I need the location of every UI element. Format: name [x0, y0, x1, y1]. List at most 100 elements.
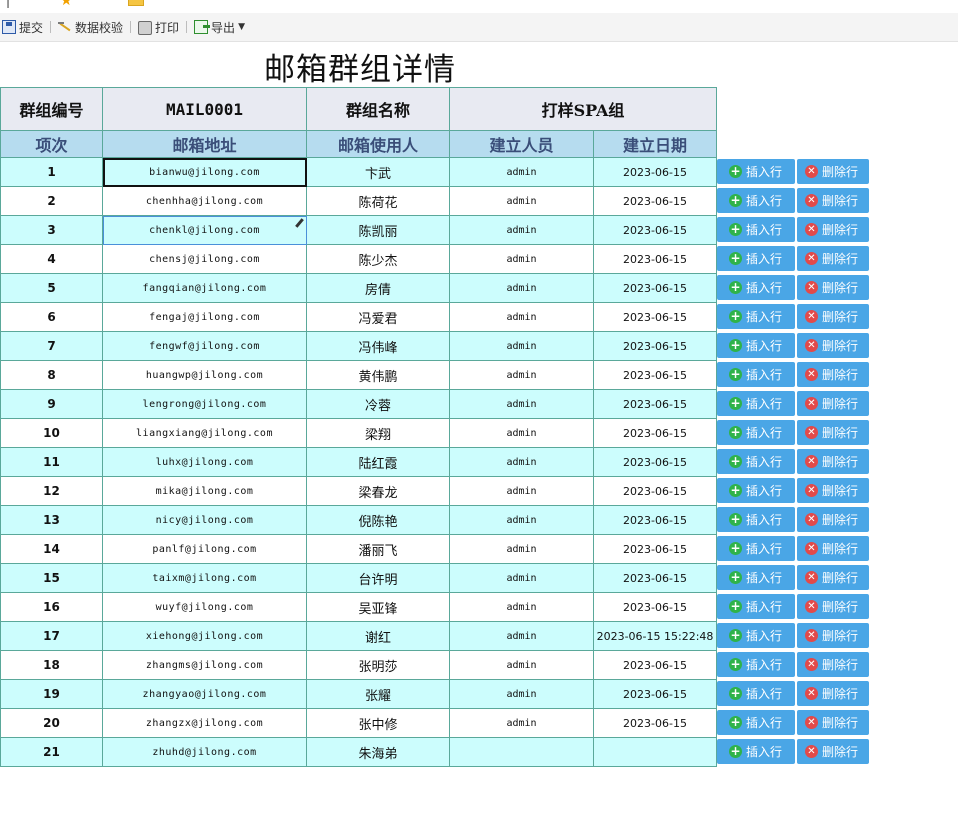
table-row[interactable]: 3 chenkl@jilong.com 陈凯丽 admin 2023-06-15 — [0, 215, 717, 245]
email-cell[interactable]: zhangzx@jilong.com — [102, 708, 307, 738]
insert-row-button[interactable]: + 插入行 — [717, 304, 795, 329]
delete-row-button[interactable]: ✕ 删除行 — [797, 275, 869, 300]
insert-row-button[interactable]: + 插入行 — [717, 652, 795, 677]
mailbox-user-cell[interactable]: 冯爱君 — [306, 302, 450, 332]
mailbox-user-cell[interactable]: 房倩 — [306, 273, 450, 303]
mailbox-user-cell[interactable]: 冯伟峰 — [306, 331, 450, 361]
export-button[interactable]: 导出 ▼ — [192, 17, 247, 37]
mailbox-user-cell[interactable]: 黄伟鹏 — [306, 360, 450, 390]
delete-row-button[interactable]: ✕ 删除行 — [797, 623, 869, 648]
insert-row-button[interactable]: + 插入行 — [717, 478, 795, 503]
created-date-cell[interactable]: 2023-06-15 — [593, 447, 717, 477]
delete-row-button[interactable]: ✕ 删除行 — [797, 333, 869, 358]
email-cell[interactable]: xiehong@jilong.com — [102, 621, 307, 651]
mailbox-user-cell[interactable]: 梁翔 — [306, 418, 450, 448]
creator-cell[interactable]: admin — [449, 447, 594, 477]
table-row[interactable]: 14 panlf@jilong.com 潘丽飞 admin 2023-06-15 — [0, 534, 717, 564]
created-date-cell[interactable]: 2023-06-15 — [593, 650, 717, 680]
delete-row-button[interactable]: ✕ 删除行 — [797, 362, 869, 387]
email-cell[interactable]: wuyf@jilong.com — [102, 592, 307, 622]
created-date-cell[interactable]: 2023-06-15 — [593, 215, 717, 245]
created-date-cell[interactable]: 2023-06-15 — [593, 534, 717, 564]
table-row[interactable]: 18 zhangms@jilong.com 张明莎 admin 2023-06-15 — [0, 650, 717, 680]
mailbox-user-cell[interactable]: 陆红霞 — [306, 447, 450, 477]
creator-cell[interactable]: admin — [449, 563, 594, 593]
delete-row-button[interactable]: ✕ 删除行 — [797, 449, 869, 474]
created-date-cell[interactable]: 2023-06-15 — [593, 418, 717, 448]
table-row[interactable]: 6 fengaj@jilong.com 冯爱君 admin 2023-06-15 — [0, 302, 717, 332]
delete-row-button[interactable]: ✕ 删除行 — [797, 159, 869, 184]
created-date-cell[interactable]: 2023-06-15 — [593, 389, 717, 419]
creator-cell[interactable]: admin — [449, 302, 594, 332]
insert-row-button[interactable]: + 插入行 — [717, 594, 795, 619]
mailbox-user-cell[interactable]: 陈荷花 — [306, 186, 450, 216]
table-row[interactable]: 16 wuyf@jilong.com 吴亚锋 admin 2023-06-15 — [0, 592, 717, 622]
insert-row-button[interactable]: + 插入行 — [717, 536, 795, 561]
delete-row-button[interactable]: ✕ 删除行 — [797, 565, 869, 590]
table-row[interactable]: 7 fengwf@jilong.com 冯伟峰 admin 2023-06-15 — [0, 331, 717, 361]
delete-row-button[interactable]: ✕ 删除行 — [797, 739, 869, 764]
email-cell[interactable]: nicy@jilong.com — [102, 505, 307, 535]
group-name-value[interactable]: 打样SPA组 — [449, 87, 717, 131]
email-cell[interactable]: liangxiang@jilong.com — [102, 418, 307, 448]
email-cell[interactable]: fangqian@jilong.com — [102, 273, 307, 303]
insert-row-button[interactable]: + 插入行 — [717, 217, 795, 242]
delete-row-button[interactable]: ✕ 删除行 — [797, 304, 869, 329]
email-cell[interactable]: chenhha@jilong.com — [102, 186, 307, 216]
delete-row-button[interactable]: ✕ 删除行 — [797, 391, 869, 416]
delete-row-button[interactable]: ✕ 删除行 — [797, 507, 869, 532]
chevron-down-icon[interactable]: ▼ — [238, 22, 245, 32]
validate-button[interactable]: 数据校验 — [56, 17, 125, 37]
creator-cell[interactable]: admin — [449, 389, 594, 419]
mailbox-user-cell[interactable]: 卞武 — [306, 157, 450, 187]
created-date-cell[interactable]: 2023-06-15 15:22:48 — [593, 621, 717, 651]
print-button[interactable]: 打印 — [136, 17, 181, 37]
creator-cell[interactable]: admin — [449, 331, 594, 361]
email-cell[interactable]: luhx@jilong.com — [102, 447, 307, 477]
creator-cell[interactable] — [449, 737, 594, 767]
table-row[interactable]: 21 zhuhd@jilong.com 朱海弟 — [0, 737, 717, 767]
email-cell[interactable]: chensj@jilong.com — [102, 244, 307, 274]
table-row[interactable]: 4 chensj@jilong.com 陈少杰 admin 2023-06-15 — [0, 244, 717, 274]
creator-cell[interactable]: admin — [449, 592, 594, 622]
delete-row-button[interactable]: ✕ 删除行 — [797, 594, 869, 619]
group-id-value[interactable]: MAIL0001 — [102, 87, 307, 131]
created-date-cell[interactable]: 2023-06-15 — [593, 331, 717, 361]
mailbox-user-cell[interactable]: 谢红 — [306, 621, 450, 651]
creator-cell[interactable]: admin — [449, 621, 594, 651]
mailbox-user-cell[interactable]: 陈少杰 — [306, 244, 450, 274]
delete-row-button[interactable]: ✕ 删除行 — [797, 710, 869, 735]
created-date-cell[interactable]: 2023-06-15 — [593, 360, 717, 390]
table-row[interactable]: 2 chenhha@jilong.com 陈荷花 admin 2023-06-15 — [0, 186, 717, 216]
table-row[interactable]: 12 mika@jilong.com 梁春龙 admin 2023-06-15 — [0, 476, 717, 506]
email-cell[interactable]: mika@jilong.com — [102, 476, 307, 506]
mailbox-user-cell[interactable]: 梁春龙 — [306, 476, 450, 506]
mailbox-user-cell[interactable]: 陈凯丽 — [306, 215, 450, 245]
mailbox-user-cell[interactable]: 张中修 — [306, 708, 450, 738]
creator-cell[interactable]: admin — [449, 360, 594, 390]
mailbox-user-cell[interactable]: 冷蓉 — [306, 389, 450, 419]
delete-row-button[interactable]: ✕ 删除行 — [797, 681, 869, 706]
creator-cell[interactable]: admin — [449, 505, 594, 535]
creator-cell[interactable]: admin — [449, 244, 594, 274]
creator-cell[interactable]: admin — [449, 534, 594, 564]
mailbox-user-cell[interactable]: 倪陈艳 — [306, 505, 450, 535]
table-row[interactable]: 5 fangqian@jilong.com 房倩 admin 2023-06-15 — [0, 273, 717, 303]
creator-cell[interactable]: admin — [449, 708, 594, 738]
creator-cell[interactable]: admin — [449, 186, 594, 216]
delete-row-button[interactable]: ✕ 删除行 — [797, 420, 869, 445]
creator-cell[interactable]: admin — [449, 476, 594, 506]
table-row[interactable]: 11 luhx@jilong.com 陆红霞 admin 2023-06-15 — [0, 447, 717, 477]
insert-row-button[interactable]: + 插入行 — [717, 739, 795, 764]
delete-row-button[interactable]: ✕ 删除行 — [797, 536, 869, 561]
table-row[interactable]: 20 zhangzx@jilong.com 张中修 admin 2023-06-15 — [0, 708, 717, 738]
created-date-cell[interactable]: 2023-06-15 — [593, 273, 717, 303]
insert-row-button[interactable]: + 插入行 — [717, 420, 795, 445]
table-row[interactable]: 9 lengrong@jilong.com 冷蓉 admin 2023-06-15 — [0, 389, 717, 419]
created-date-cell[interactable]: 2023-06-15 — [593, 157, 717, 187]
insert-row-button[interactable]: + 插入行 — [717, 333, 795, 358]
creator-cell[interactable]: admin — [449, 273, 594, 303]
insert-row-button[interactable]: + 插入行 — [717, 159, 795, 184]
insert-row-button[interactable]: + 插入行 — [717, 246, 795, 271]
email-cell[interactable]: fengwf@jilong.com — [102, 331, 307, 361]
